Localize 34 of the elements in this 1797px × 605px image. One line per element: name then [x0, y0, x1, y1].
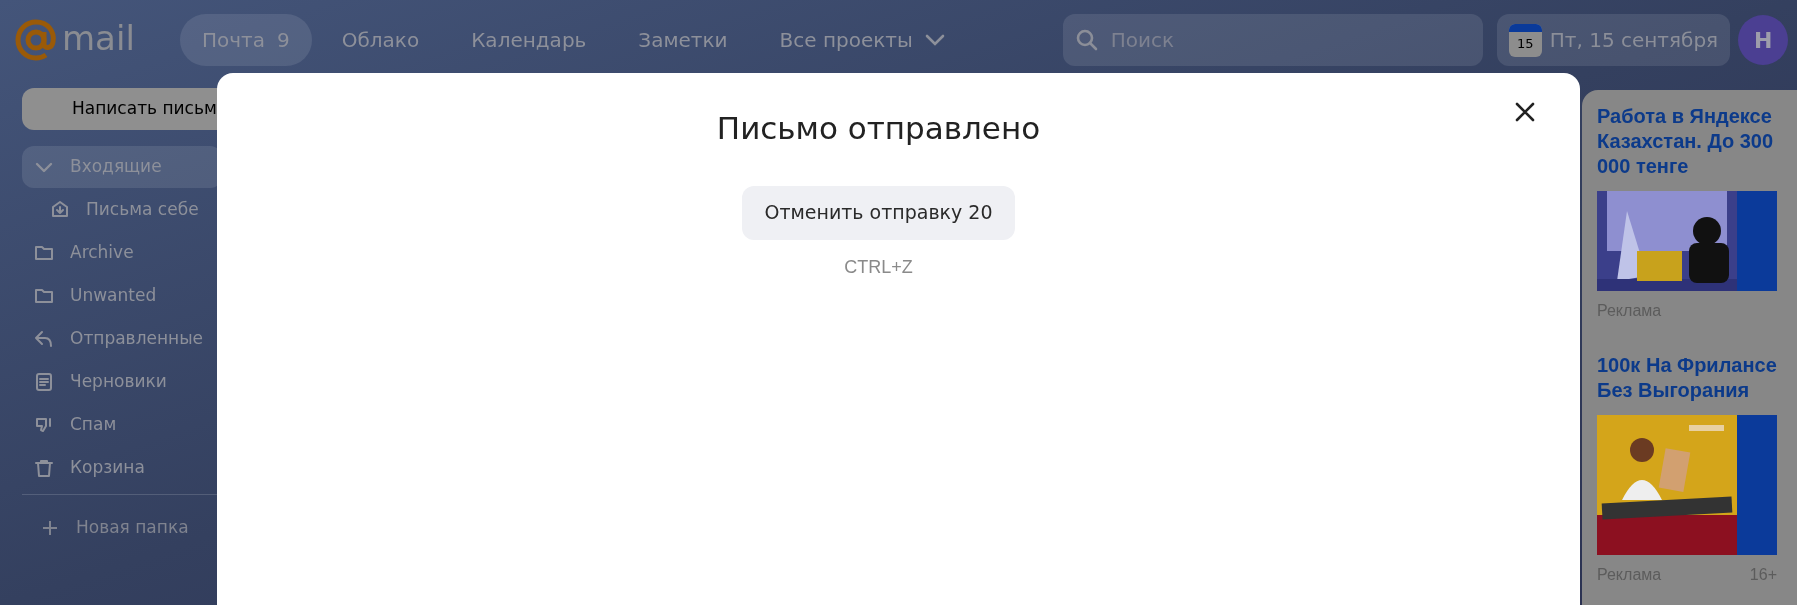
folder-item[interactable]: Черновики [22, 361, 222, 403]
folder-item[interactable]: Корзина [22, 447, 222, 489]
dialog-title: Письмо отправлено [716, 109, 1041, 148]
folder-item[interactable]: Письма себе [22, 189, 222, 231]
undo-send-button[interactable]: Отменить отправку 20 [742, 185, 1015, 240]
nav-tab[interactable]: Все проекты [757, 14, 967, 66]
folder-item[interactable]: Archive [22, 232, 222, 274]
trash-icon [34, 458, 54, 478]
reply-arrow-icon [34, 329, 54, 349]
date-button[interactable]: 15 Пт, 15 сентября [1496, 14, 1731, 66]
nav-tab[interactable]: Календарь [449, 14, 609, 66]
thumbs-down-icon [34, 415, 54, 435]
calendar-icon: 15 [1508, 23, 1542, 57]
avatar[interactable]: Н [1738, 15, 1789, 65]
nav-tab[interactable]: Облако [319, 14, 442, 66]
folder-item[interactable]: Спам [22, 404, 222, 446]
inbox-icon [50, 200, 70, 220]
folder-icon [34, 286, 54, 306]
mail-count: 9 [277, 27, 290, 54]
search-icon [1074, 28, 1099, 52]
date-label: Пт, 15 сентября [1549, 27, 1719, 54]
nav-tab[interactable]: Почта 9 [180, 14, 312, 66]
document-icon [34, 372, 54, 392]
logo-text: mail [62, 21, 135, 55]
at-sign-icon [14, 18, 58, 62]
folder-item[interactable]: Отправленные [22, 318, 222, 360]
nav-tab[interactable]: Заметки [616, 14, 750, 66]
folder-item[interactable]: Unwanted [22, 275, 222, 317]
plus-icon [42, 519, 58, 536]
new-folder-button[interactable]: Новая папка [42, 515, 189, 541]
shortcut-hint: CTRL+Z [844, 255, 913, 279]
folder-icon [34, 243, 54, 263]
ad-title[interactable]: Работа в Яндексе Казахстан. До 300 000 тенге [1597, 104, 1797, 179]
ad-title[interactable]: 100к На Фрилансе Без Выгорания [1597, 353, 1797, 403]
